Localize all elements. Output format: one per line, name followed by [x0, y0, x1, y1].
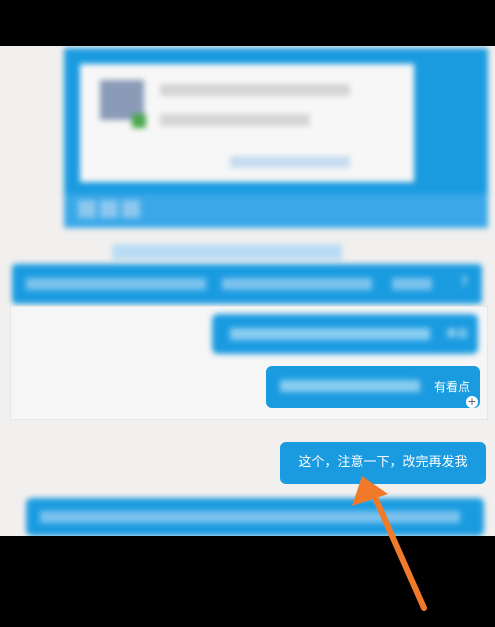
plus-icon[interactable]: +: [466, 396, 478, 408]
blurred-text: [230, 328, 430, 340]
message-bubble[interactable]: 7: [12, 264, 482, 304]
footer-square: [100, 200, 118, 218]
shared-link-card[interactable]: [64, 48, 488, 228]
blurred-text: [392, 278, 432, 290]
chat-area[interactable]: 7 来自 有看点 + 这个，注意一下，改完再发我: [0, 46, 495, 536]
blurred-text: [26, 278, 206, 290]
shared-card-footer: [64, 194, 488, 228]
shared-card-preview: [80, 64, 414, 182]
message-counter: 7: [460, 275, 468, 289]
partial-label: 有看点: [433, 380, 470, 394]
footer-square: [122, 200, 140, 218]
card-caption: [112, 244, 342, 260]
blurred-text: [40, 511, 460, 523]
footer-square: [78, 200, 96, 218]
message-bubble[interactable]: 来自: [212, 314, 478, 354]
message-bubble[interactable]: 有看点: [266, 366, 480, 408]
reply-message-bubble[interactable]: 这个，注意一下，改完再发我: [280, 442, 486, 484]
preview-line: [160, 84, 350, 96]
message-bubble[interactable]: [26, 498, 484, 536]
preview-badge: [132, 114, 146, 128]
preview-line: [230, 156, 350, 168]
blurred-text: [280, 380, 420, 392]
bubble-mini-label: 来自: [446, 327, 468, 340]
screenshot-stage: 7 来自 有看点 + 这个，注意一下，改完再发我: [0, 0, 495, 627]
preview-line: [160, 114, 310, 126]
blurred-text: [222, 278, 372, 290]
